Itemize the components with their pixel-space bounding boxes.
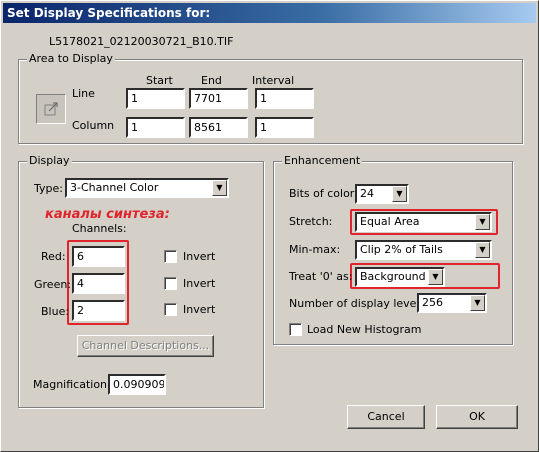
type-label: Type: [34, 182, 63, 195]
red-channel-input[interactable]: 6 [72, 246, 125, 267]
min-max-select[interactable]: Clip 2% of Tails ▼ [355, 240, 492, 260]
display-levels-value: 256 [422, 296, 443, 309]
bits-of-color-select[interactable]: 24 ▼ [355, 184, 409, 204]
min-max-label: Min-max: [289, 243, 341, 256]
line-start-input[interactable]: 1 [126, 88, 185, 109]
display-group-title: Display [27, 154, 72, 167]
chevron-down-icon[interactable]: ▼ [392, 186, 407, 202]
channels-label: Channels: [72, 222, 127, 235]
treat-zero-label: Treat '0' as: [289, 270, 353, 283]
red-invert-label: Invert [183, 250, 216, 263]
green-invert-checkbox[interactable] [164, 277, 177, 290]
stretch-label: Stretch: [289, 215, 333, 228]
column-start-input[interactable]: 1 [126, 117, 185, 138]
chevron-down-icon[interactable]: ▼ [475, 214, 490, 230]
display-levels-select[interactable]: 256 ▼ [417, 293, 487, 313]
cancel-button[interactable]: Cancel [347, 405, 425, 429]
chevron-down-icon[interactable]: ▼ [212, 180, 227, 196]
area-line-label: Line [72, 87, 95, 100]
area-col-start-header: Start [146, 74, 173, 87]
area-group-title: Area to Display [27, 52, 115, 65]
load-histogram-checkbox[interactable] [289, 323, 302, 336]
chevron-down-icon[interactable]: ▼ [470, 295, 485, 311]
green-channel-input[interactable]: 4 [72, 273, 125, 294]
dialog-window: Set Display Specifications for: L5178021… [0, 0, 539, 452]
area-col-interval-header: Interval [252, 74, 295, 87]
min-max-value: Clip 2% of Tails [360, 243, 443, 256]
blue-invert-checkbox[interactable] [164, 303, 177, 316]
line-end-input[interactable]: 7701 [189, 88, 248, 109]
blue-label: Blue: [41, 305, 70, 318]
magnification-label: Magnification: [33, 378, 111, 391]
area-column-label: Column [72, 119, 115, 132]
chevron-down-icon[interactable]: ▼ [428, 269, 443, 285]
blue-channel-input[interactable]: 2 [72, 300, 125, 321]
load-histogram-label: Load New Histogram [307, 323, 422, 336]
area-col-end-header: End [201, 74, 222, 87]
chevron-down-icon[interactable]: ▼ [475, 242, 490, 258]
treat-zero-select[interactable]: Background ▼ [355, 267, 445, 287]
stretch-select[interactable]: Equal Area ▼ [355, 212, 492, 232]
column-interval-input[interactable]: 1 [255, 117, 314, 138]
green-label: Green: [34, 278, 72, 291]
column-end-input[interactable]: 8561 [189, 117, 248, 138]
red-invert-checkbox[interactable] [164, 250, 177, 263]
ok-button[interactable]: OK [436, 405, 518, 429]
filename-label: L5178021_02120030721_B10.TIF [49, 35, 234, 48]
display-levels-label: Number of display levels: [289, 297, 429, 310]
resize-area-icon [36, 94, 66, 124]
type-select-value: 3-Channel Color [70, 181, 159, 194]
dialog-title: Set Display Specifications for: [3, 3, 536, 23]
red-label: Red: [41, 250, 66, 263]
bits-of-color-value: 24 [360, 187, 374, 200]
type-select[interactable]: 3-Channel Color ▼ [65, 178, 229, 198]
annotation-text: каналы синтеза: [45, 207, 170, 222]
treat-zero-value: Background [360, 270, 426, 283]
bits-of-color-label: Bits of color: [289, 187, 358, 200]
blue-invert-label: Invert [183, 303, 216, 316]
green-invert-label: Invert [183, 277, 216, 290]
magnification-input[interactable]: 0.0909090 [108, 374, 166, 395]
channel-descriptions-button[interactable]: Channel Descriptions... [77, 335, 214, 357]
enhancement-group-title: Enhancement [282, 154, 363, 167]
stretch-value: Equal Area [360, 215, 420, 228]
line-interval-input[interactable]: 1 [255, 88, 314, 109]
